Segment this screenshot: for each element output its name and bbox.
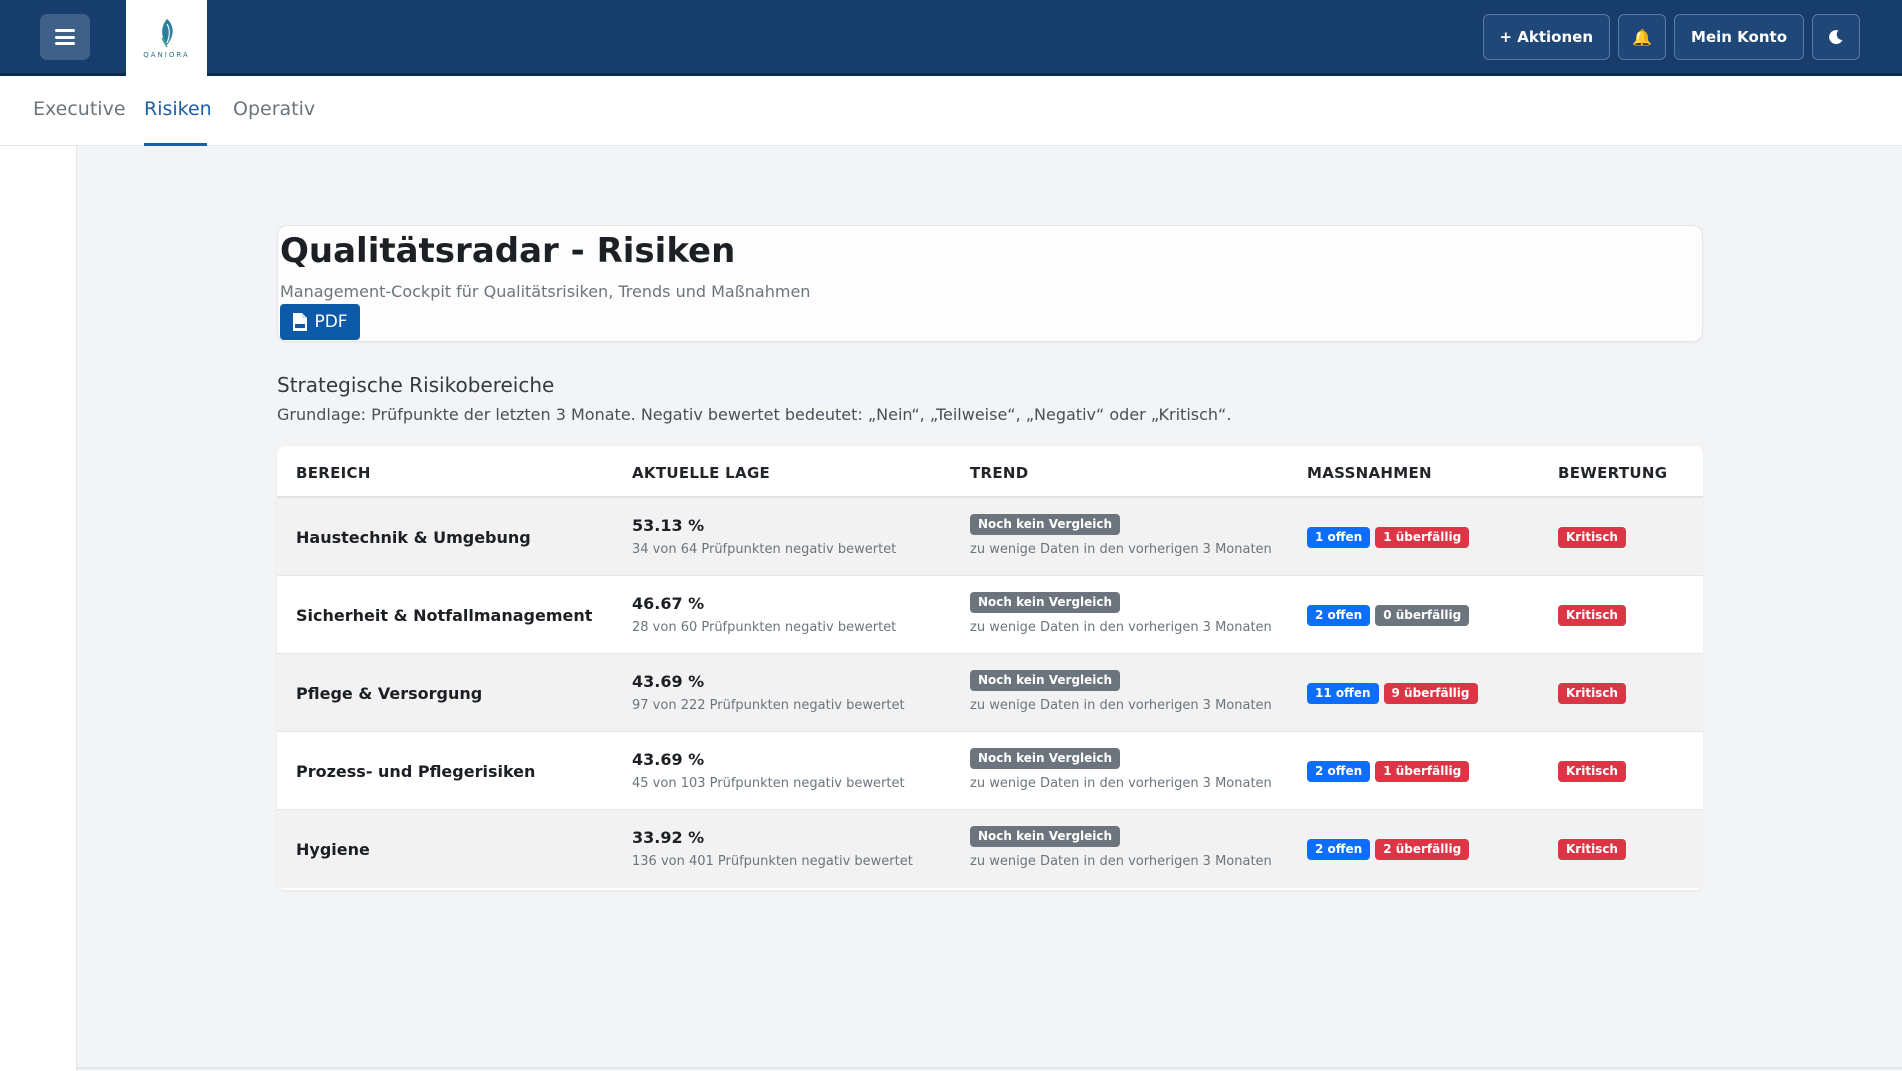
trend-badge: Noch kein Vergleich (970, 748, 1121, 769)
page-title: Qualitätsradar - Risiken (280, 231, 736, 271)
trend-detail: zu wenige Daten in den vorherigen 3 Mona… (970, 542, 1272, 557)
overdue-measures-badge[interactable]: 2 überfällig (1375, 839, 1470, 860)
brand-logo[interactable]: QANIORA (126, 0, 207, 76)
tab-risiken[interactable]: Risiken (144, 98, 212, 120)
measures-badges: 1 offen 1 überfällig (1307, 527, 1470, 548)
column-header-bereich: BEREICH (296, 464, 371, 482)
tab-operativ[interactable]: Operativ (233, 98, 315, 120)
trend-badge: Noch kein Vergleich (970, 670, 1121, 691)
trend-badge: Noch kein Vergleich (970, 592, 1121, 613)
measures-badges: 2 offen 2 überfällig (1307, 839, 1470, 860)
measures-badges: 2 offen 0 überfällig (1307, 605, 1470, 626)
measures-badges: 11 offen 9 überfällig (1307, 683, 1478, 704)
negative-percentage: 46.67 % (632, 594, 705, 613)
negative-percentage: 43.69 % (632, 672, 705, 691)
area-name: Hygiene (296, 840, 370, 859)
table-row: Prozess- und Pflegerisiken 43.69 % 45 vo… (277, 732, 1703, 810)
open-measures-badge[interactable]: 11 offen (1307, 683, 1379, 704)
area-name: Sicherheit & Notfallmanagement (296, 606, 593, 625)
tab-executive[interactable]: Executive (33, 98, 126, 120)
area-name: Prozess- und Pflegerisiken (296, 762, 536, 781)
theme-toggle-button[interactable] (1812, 14, 1860, 60)
table-row: Sicherheit & Notfallmanagement 46.67 % 2… (277, 576, 1703, 654)
risk-table: BEREICH AKTUELLE LAGE TREND MASSNAHMEN B… (277, 446, 1703, 890)
column-header-bewertung: BEWERTUNG (1558, 464, 1668, 482)
section-note: Grundlage: Prüfpunkte der letzten 3 Mona… (277, 405, 1232, 424)
rating-badge: Kritisch (1558, 683, 1626, 704)
open-measures-badge[interactable]: 2 offen (1307, 761, 1371, 782)
table-row: Pflege & Versorgung 43.69 % 97 von 222 P… (277, 654, 1703, 732)
page-subtitle: Management-Cockpit für Qualitätsrisiken,… (280, 282, 811, 301)
open-measures-badge[interactable]: 1 offen (1307, 527, 1371, 548)
overdue-measures-badge[interactable]: 0 überfällig (1375, 605, 1470, 626)
rating-badge: Kritisch (1558, 605, 1626, 626)
open-measures-badge[interactable]: 2 offen (1307, 839, 1371, 860)
column-header-trend: TREND (970, 464, 1029, 482)
area-name: Pflege & Versorgung (296, 684, 483, 703)
trend-detail: zu wenige Daten in den vorherigen 3 Mona… (970, 776, 1272, 791)
column-header-massnahmen: MASSNAHMEN (1307, 464, 1432, 482)
rating-badge: Kritisch (1558, 761, 1626, 782)
column-header-aktuelle-lage: AKTUELLE LAGE (632, 464, 771, 482)
leaf-logo-icon (160, 18, 173, 47)
dashboard-tabs: Executive Risiken Operativ (0, 76, 1902, 146)
trend-detail: zu wenige Daten in den vorherigen 3 Mona… (970, 620, 1272, 635)
page-header-card: Qualitätsradar - Risiken Management-Cock… (277, 225, 1703, 342)
actions-button[interactable]: + Aktionen (1482, 14, 1611, 60)
bell-icon: 🔔 (1632, 27, 1652, 47)
notifications-button[interactable]: 🔔 (1618, 14, 1667, 60)
overdue-measures-badge[interactable]: 1 überfällig (1375, 527, 1470, 548)
moon-icon (1829, 30, 1843, 45)
overdue-measures-badge[interactable]: 9 überfällig (1383, 683, 1478, 704)
sidebar (0, 146, 77, 1071)
negative-percentage: 33.92 % (632, 828, 705, 847)
pdf-button-label: PDF (314, 312, 348, 332)
navbar-actions: + Aktionen 🔔 Mein Konto (1482, 14, 1860, 60)
negative-detail: 45 von 103 Prüfpunkten negativ bewertet (632, 776, 905, 791)
open-measures-badge[interactable]: 2 offen (1307, 605, 1371, 626)
section-title: Strategische Risikobereiche (277, 373, 555, 397)
negative-detail: 136 von 401 Prüfpunkten negativ bewertet (632, 854, 913, 869)
table-header: BEREICH AKTUELLE LAGE TREND MASSNAHMEN B… (277, 446, 1703, 498)
trend-detail: zu wenige Daten in den vorherigen 3 Mona… (970, 854, 1272, 869)
menu-toggle-button[interactable] (40, 14, 90, 60)
trend-badge: Noch kein Vergleich (970, 514, 1121, 535)
account-button[interactable]: Mein Konto (1674, 14, 1804, 60)
file-pdf-icon (293, 313, 308, 331)
top-navbar: QANIORA + Aktionen 🔔 Mein Konto (0, 0, 1902, 76)
area-name: Haustechnik & Umgebung (296, 528, 531, 547)
pdf-export-button[interactable]: PDF (280, 304, 360, 340)
negative-detail: 97 von 222 Prüfpunkten negativ bewertet (632, 698, 905, 713)
table-row: Hygiene 33.92 % 136 von 401 Prüfpunkten … (277, 810, 1703, 888)
trend-detail: zu wenige Daten in den vorherigen 3 Mona… (970, 698, 1272, 713)
rating-badge: Kritisch (1558, 839, 1626, 860)
negative-detail: 28 von 60 Prüfpunkten negativ bewertet (632, 620, 897, 635)
footer-divider (77, 1067, 1902, 1069)
rating-badge: Kritisch (1558, 527, 1626, 548)
negative-detail: 34 von 64 Prüfpunkten negativ bewertet (632, 542, 897, 557)
negative-percentage: 53.13 % (632, 516, 705, 535)
table-row: Haustechnik & Umgebung 53.13 % 34 von 64… (277, 498, 1703, 576)
hamburger-icon (55, 29, 75, 45)
logo-wordmark: QANIORA (143, 50, 190, 59)
trend-badge: Noch kein Vergleich (970, 826, 1121, 847)
overdue-measures-badge[interactable]: 1 überfällig (1375, 761, 1470, 782)
negative-percentage: 43.69 % (632, 750, 705, 769)
measures-badges: 2 offen 1 überfällig (1307, 761, 1470, 782)
